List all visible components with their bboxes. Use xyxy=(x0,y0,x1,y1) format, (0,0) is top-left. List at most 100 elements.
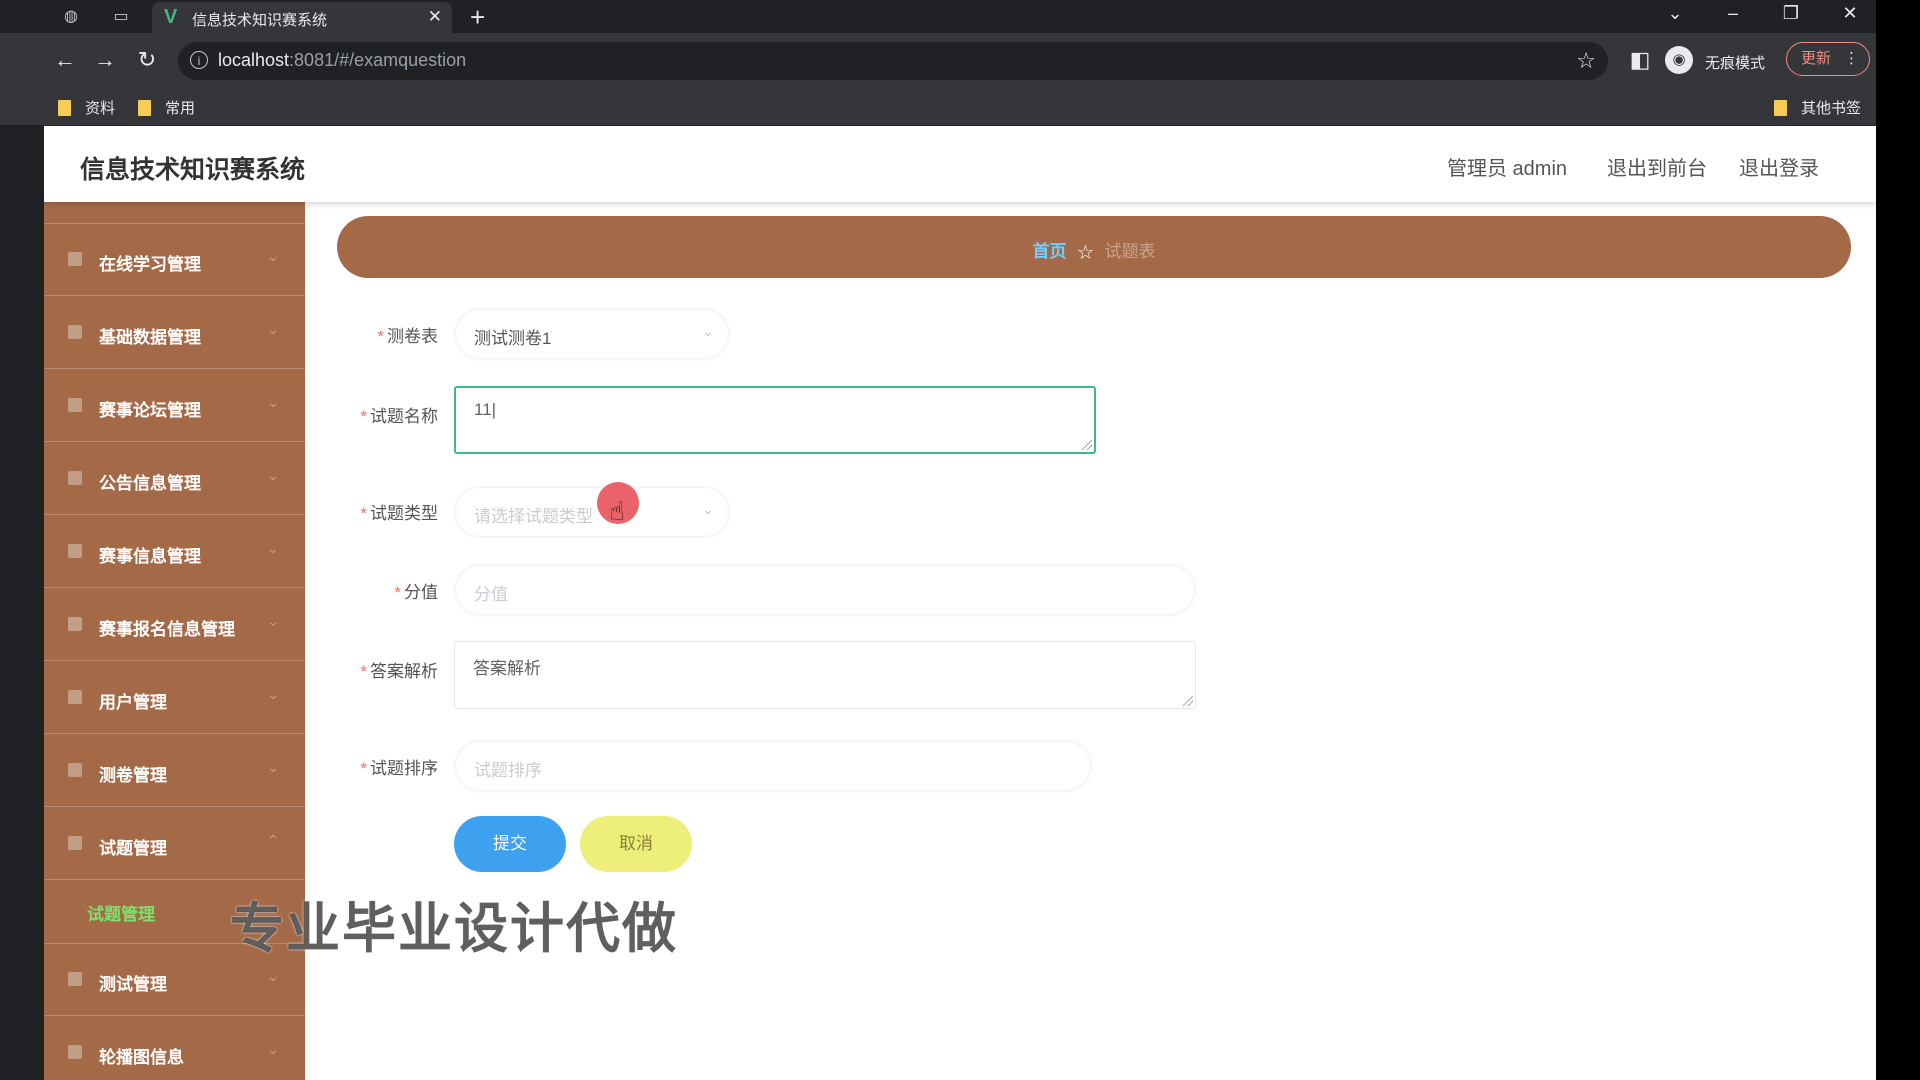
logout-link[interactable]: 退出登录 xyxy=(1739,152,1819,181)
sidebar-item-label: 测卷管理 xyxy=(99,766,167,785)
address-bar[interactable]: i localhost:8081/#/examquestion ☆ xyxy=(178,42,1608,80)
menu-icon xyxy=(68,617,82,631)
hand-cursor-icon: ☝ xyxy=(609,496,625,526)
tab-group-icon[interactable]: ▭ xyxy=(110,6,132,28)
vue-favicon-icon: V xyxy=(164,6,178,28)
breadcrumb-inner: 首页 ☆ 试题表 xyxy=(337,237,1851,265)
sidebar-item-label: 基础数据管理 xyxy=(99,328,201,347)
bookmarks-bar: 资料 常用 其他书签 xyxy=(0,89,1876,126)
analysis-placeholder: 答案解析 xyxy=(473,659,541,678)
sidebar-item-label: 公告信息管理 xyxy=(99,474,201,493)
tab-search-icon[interactable]: ⌄ xyxy=(1660,3,1690,24)
site-info-icon[interactable]: i xyxy=(190,51,208,69)
chevron-down-icon: ⌄ xyxy=(267,613,279,629)
chevron-down-icon: ⌄ xyxy=(702,501,714,517)
active-tab[interactable]: V 信息技术知识赛系统 ✕ xyxy=(152,2,452,33)
browser-toolbar: ← → ↻ i localhost:8081/#/examquestion ☆ … xyxy=(0,33,1876,89)
sidebar-item-basic-data[interactable]: 基础数据管理 ⌄ xyxy=(44,297,305,369)
sidebar-item-online-learning[interactable]: 在线学习管理 ⌄ xyxy=(44,224,305,296)
close-icon[interactable]: ✕ xyxy=(428,7,442,27)
score-label: * 分值 xyxy=(394,583,438,602)
restore-icon[interactable]: ❐ xyxy=(1776,3,1806,24)
app-header: 信息技术知识赛系统 管理员 admin 退出到前台 退出登录 xyxy=(44,126,1876,202)
bookmark-folder-ziliao[interactable]: 资料 xyxy=(58,97,115,118)
sidebar-item-carousel[interactable]: 轮播图信息 ⌄ xyxy=(44,1017,305,1080)
score-input[interactable]: 分值 xyxy=(456,566,1194,614)
url-host: localhost xyxy=(218,50,290,70)
breadcrumb-home[interactable]: 首页 xyxy=(1033,242,1067,261)
folder-icon xyxy=(138,100,151,116)
cancel-button[interactable]: 取消 xyxy=(580,816,692,872)
watermark-text: 专业毕业设计代做 xyxy=(230,899,678,959)
resize-handle-icon[interactable] xyxy=(1183,696,1193,706)
tab-title: 信息技术知识赛系统 xyxy=(192,12,328,29)
sidebar-item-notice[interactable]: 公告信息管理 ⌄ xyxy=(44,443,305,515)
question-type-select[interactable]: 请选择试题类型 ⌄ xyxy=(456,488,728,536)
menu-icon xyxy=(68,398,82,412)
analysis-label: * 答案解析 xyxy=(360,662,438,681)
folder-icon xyxy=(58,100,71,116)
menu-icon xyxy=(68,471,82,485)
minimize-icon[interactable]: – xyxy=(1718,3,1748,24)
sidebar-item-registration[interactable]: 赛事报名信息管理 ⌄ xyxy=(44,589,305,661)
question-type-placeholder: 请选择试题类型 xyxy=(474,507,593,526)
web-page: 信息技术知识赛系统 管理员 admin 退出到前台 退出登录 在线学习管理 ⌄ … xyxy=(44,126,1876,1080)
admin-label: 管理员 admin xyxy=(1447,158,1568,180)
sidebar-item-label: 试题管理 xyxy=(99,839,167,858)
sidebar-item-label: 测试管理 xyxy=(99,975,167,994)
chevron-down-icon: ⌄ xyxy=(267,540,279,556)
score-placeholder: 分值 xyxy=(474,585,508,604)
chevron-up-icon: ⌃ xyxy=(267,832,279,848)
sidebar-item-forum[interactable]: 赛事论坛管理 ⌄ xyxy=(44,370,305,442)
menu-icon xyxy=(68,325,82,339)
sidebar-item-questions[interactable]: 试题管理 ⌃ xyxy=(44,808,305,880)
other-bookmarks[interactable]: 其他书签 xyxy=(1774,97,1861,118)
breadcrumb-current: 试题表 xyxy=(1104,242,1156,261)
menu-icon xyxy=(68,972,82,986)
sidebar-item-label: 用户管理 xyxy=(99,693,167,712)
sidebar-item-label: 在线学习管理 xyxy=(99,255,201,274)
forward-icon[interactable]: → xyxy=(90,45,120,75)
folder-icon xyxy=(1774,100,1787,116)
sidebar-item-papers[interactable]: 测卷管理 ⌄ xyxy=(44,735,305,807)
paper-label: * 测卷表 xyxy=(377,327,438,346)
sidebar-subitem-label: 试题管理 xyxy=(87,905,155,924)
front-link[interactable]: 退出到前台 xyxy=(1607,152,1707,181)
menu-icon xyxy=(68,252,82,266)
chevron-down-icon: ⌄ xyxy=(267,968,279,984)
reload-icon[interactable]: ↻ xyxy=(132,45,162,75)
chevron-down-icon: ⌄ xyxy=(267,248,279,264)
bookmark-label: 资料 xyxy=(85,100,116,117)
paper-select[interactable]: 测试测卷1 ⌄ xyxy=(456,310,728,358)
bookmark-label: 常用 xyxy=(165,100,196,117)
sidebar-item-label: 轮播图信息 xyxy=(99,1048,184,1067)
order-label: * 试题排序 xyxy=(360,759,438,778)
incognito-label: 无痕模式 xyxy=(1705,55,1766,72)
resize-handle-icon[interactable] xyxy=(1082,440,1092,450)
more-menu-icon[interactable]: ⋮ xyxy=(1844,43,1859,75)
sidebar-item-event-info[interactable]: 赛事信息管理 ⌄ xyxy=(44,516,305,588)
back-icon[interactable]: ← xyxy=(50,45,80,75)
paper-label-text: 测卷表 xyxy=(387,327,438,346)
sidebar-item-label: 赛事信息管理 xyxy=(99,547,201,566)
analysis-input[interactable]: 答案解析 xyxy=(454,641,1196,709)
menu-icon xyxy=(68,763,82,777)
order-input[interactable]: 试题排序 xyxy=(456,742,1090,790)
score-label-text: 分值 xyxy=(404,583,438,602)
menu-icon xyxy=(68,690,82,704)
chevron-down-icon: ⌄ xyxy=(702,323,714,339)
side-panel-icon[interactable]: ◧ xyxy=(1625,45,1655,75)
submit-button[interactable]: 提交 xyxy=(454,816,566,872)
question-name-input[interactable]: 11| xyxy=(454,386,1096,454)
sidebar-item-users[interactable]: 用户管理 ⌄ xyxy=(44,662,305,734)
window-close-icon[interactable]: ✕ xyxy=(1835,3,1865,24)
url-text: localhost:8081/#/examquestion xyxy=(218,50,466,71)
chevron-down-icon: ⌄ xyxy=(267,1041,279,1057)
update-button[interactable]: 更新 ⋮ xyxy=(1786,42,1870,76)
order-label-text: 试题排序 xyxy=(370,759,438,778)
profile-icon[interactable]: ◍ xyxy=(60,6,82,28)
chevron-down-icon: ⌄ xyxy=(267,686,279,702)
new-tab-icon[interactable]: + xyxy=(470,2,485,33)
bookmark-star-icon[interactable]: ☆ xyxy=(1576,48,1596,74)
bookmark-folder-changyong[interactable]: 常用 xyxy=(138,97,195,118)
